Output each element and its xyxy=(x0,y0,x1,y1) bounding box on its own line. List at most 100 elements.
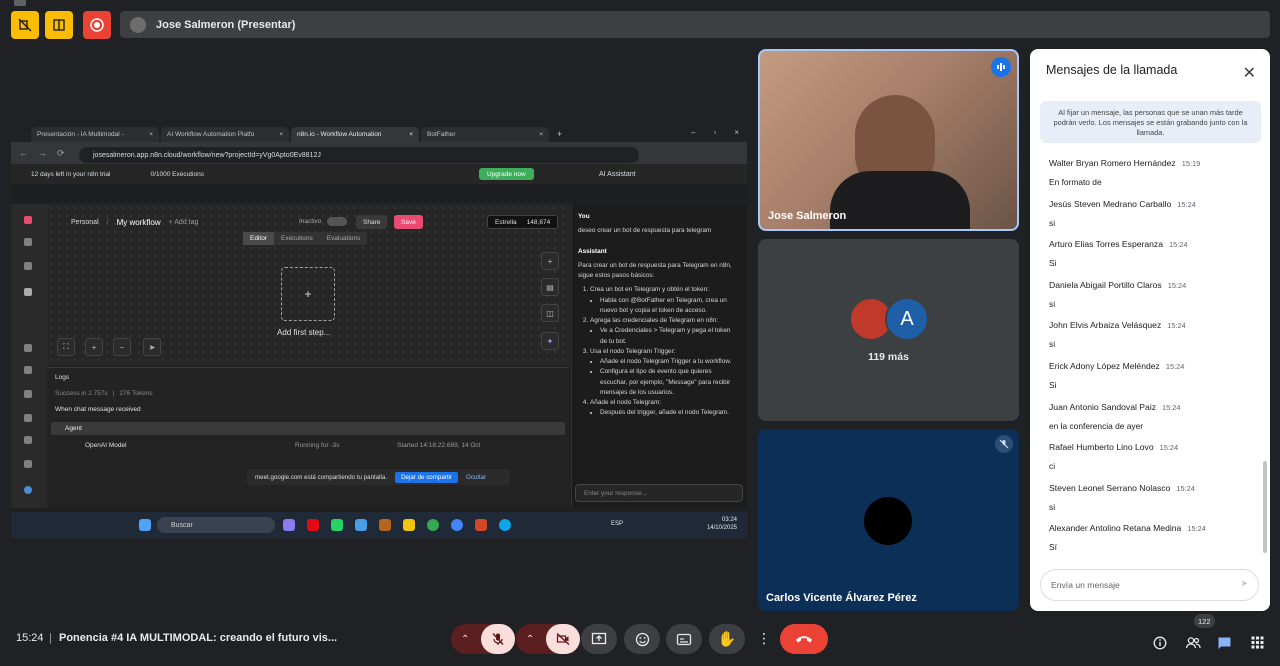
notifications-icon[interactable] xyxy=(24,460,32,468)
reload-icon[interactable]: ⟳ xyxy=(57,148,65,159)
copilot-icon[interactable] xyxy=(283,519,295,531)
close-icon[interactable]: × xyxy=(279,131,283,138)
assistant-input[interactable]: Enter your response... xyxy=(575,484,743,502)
tidy-up-icon[interactable]: ➤ xyxy=(143,338,161,356)
plus-icon: + xyxy=(304,287,312,301)
illustrator-icon[interactable] xyxy=(379,519,391,531)
avatar[interactable] xyxy=(24,486,32,494)
presenter-label: Jose Salmeron (Presentar) xyxy=(156,18,296,31)
activities-icon[interactable] xyxy=(1251,636,1264,654)
stop-sharing-button[interactable]: Dejar de compartir xyxy=(395,471,458,483)
more-participants-tile[interactable]: A 119 más xyxy=(758,239,1019,421)
scrollbar[interactable] xyxy=(1263,461,1267,553)
participant-name: Jose Salmeron xyxy=(768,210,847,222)
mic-off-icon xyxy=(995,435,1013,453)
help-icon[interactable] xyxy=(24,436,32,444)
templates-icon[interactable] xyxy=(24,344,32,352)
templates-icon[interactable]: ◫ xyxy=(541,304,559,322)
log-trigger-row[interactable]: When chat message received xyxy=(55,406,141,413)
tab-evaluations[interactable]: Evaluations xyxy=(320,232,368,245)
variables-icon[interactable] xyxy=(24,366,32,374)
log-agent-row[interactable]: Agent xyxy=(51,422,565,435)
reactions-button[interactable] xyxy=(624,624,660,654)
panel-title: Mensajes de la llamada xyxy=(1046,63,1178,77)
presenter-bar[interactable]: Jose Salmeron (Presentar) xyxy=(120,11,1270,38)
home-icon[interactable] xyxy=(24,262,32,270)
hide-self-view-button[interactable] xyxy=(11,11,39,39)
forward-icon[interactable]: → xyxy=(38,148,47,158)
collapse-handle[interactable] xyxy=(14,0,26,6)
new-tab-icon[interactable]: + xyxy=(557,129,562,139)
participant-tile-carlos[interactable]: Carlos Vicente Álvarez Pérez xyxy=(758,429,1019,611)
app-icon[interactable] xyxy=(355,519,367,531)
list-item: Juan Antonio Sandoval Paiz 15:24 en la con… xyxy=(1049,401,1181,431)
share-button[interactable]: Share xyxy=(356,215,388,229)
url-field[interactable]: josesalmeron.app.n8n.cloud/workflow/new?… xyxy=(79,147,639,163)
leave-call-button[interactable] xyxy=(780,624,828,654)
back-icon[interactable]: ← xyxy=(19,148,28,158)
raise-hand-button[interactable]: ✋ xyxy=(709,624,745,654)
participant-tile-jose[interactable]: Jose Salmeron xyxy=(758,49,1019,231)
present-button[interactable] xyxy=(581,624,617,654)
browser-tab[interactable]: BotFather × xyxy=(421,127,549,142)
taskbar-clock[interactable]: 03:24 14/10/2025 xyxy=(707,516,737,533)
add-icon[interactable] xyxy=(24,238,32,246)
netflix-icon[interactable] xyxy=(307,519,319,531)
camera-options-icon[interactable]: ⌃ xyxy=(526,634,534,645)
maximize-icon[interactable]: ▫ xyxy=(713,128,716,137)
minimize-icon[interactable]: – xyxy=(691,128,695,137)
people-icon[interactable] xyxy=(1185,636,1201,655)
tab-executions[interactable]: Executions xyxy=(274,232,320,245)
layout-button[interactable] xyxy=(45,11,73,39)
more-options-icon[interactable]: ⋮ xyxy=(757,630,771,647)
mic-options-icon[interactable]: ⌃ xyxy=(461,634,469,645)
workflow-name[interactable]: My workflow xyxy=(117,218,161,227)
captions-button[interactable] xyxy=(666,624,702,654)
ai-sparkle-icon[interactable]: ✦ xyxy=(541,332,559,350)
chart-icon[interactable] xyxy=(24,414,32,422)
close-icon[interactable]: ✕ xyxy=(1243,63,1256,83)
mic-toggle-button[interactable] xyxy=(481,624,515,654)
message-input[interactable]: Envía un mensaje ➤ xyxy=(1040,569,1259,601)
upgrade-button[interactable]: Upgrade now xyxy=(479,168,534,180)
log-model-row[interactable]: OpenAI Model xyxy=(85,442,127,449)
zoom-in-icon[interactable]: + xyxy=(85,338,103,356)
meeting-info-icon[interactable] xyxy=(1153,636,1167,655)
chrome-profile-icon[interactable] xyxy=(451,519,463,531)
sticky-note-icon[interactable]: ▤ xyxy=(541,278,559,296)
chrome-icon[interactable] xyxy=(427,519,439,531)
whatsapp-icon[interactable] xyxy=(331,519,343,531)
close-icon[interactable]: × xyxy=(539,131,543,138)
taskbar-search[interactable]: Buscar xyxy=(157,517,275,533)
add-first-step-button[interactable]: + xyxy=(281,267,335,321)
insights-icon[interactable] xyxy=(24,390,32,398)
send-icon[interactable]: ➤ xyxy=(1241,578,1248,589)
chat-icon[interactable] xyxy=(1217,636,1232,655)
browser-tab[interactable]: Presentación - IA Multimodal - × xyxy=(31,127,159,142)
powerpoint-icon[interactable] xyxy=(475,519,487,531)
close-icon[interactable]: × xyxy=(149,131,153,138)
browser-tab-active[interactable]: n8n.io - Workflow Automation × xyxy=(291,127,419,142)
hide-banner-link[interactable]: Ocultar xyxy=(466,474,486,481)
github-star-button[interactable]: Estrella 148,674 xyxy=(487,215,559,229)
active-toggle[interactable] xyxy=(327,217,347,226)
close-window-icon[interactable]: × xyxy=(734,128,739,137)
add-tag-link[interactable]: + Add tag xyxy=(169,219,199,226)
folder-icon[interactable] xyxy=(403,519,415,531)
tab-editor[interactable]: Editor xyxy=(243,232,274,245)
save-button[interactable]: Save xyxy=(394,215,423,229)
fit-view-icon[interactable]: ⛶ xyxy=(57,338,75,356)
microphone-controls: ⌃ xyxy=(451,624,515,654)
language-indicator[interactable]: ESP xyxy=(611,521,623,527)
zoom-out-icon[interactable]: − xyxy=(113,338,131,356)
user-icon[interactable] xyxy=(24,288,32,296)
ai-assistant-header[interactable]: AI Assistant xyxy=(571,164,747,184)
recording-button[interactable] xyxy=(83,11,111,39)
camera-toggle-button[interactable] xyxy=(546,624,580,654)
project-personal[interactable]: Personal xyxy=(71,219,99,226)
close-icon[interactable]: × xyxy=(409,131,413,138)
add-node-icon[interactable]: + xyxy=(541,252,559,270)
browser-tab[interactable]: AI Workflow Automation Platfo × xyxy=(161,127,289,142)
windows-start-icon[interactable] xyxy=(139,519,151,531)
edge-icon[interactable] xyxy=(499,519,511,531)
